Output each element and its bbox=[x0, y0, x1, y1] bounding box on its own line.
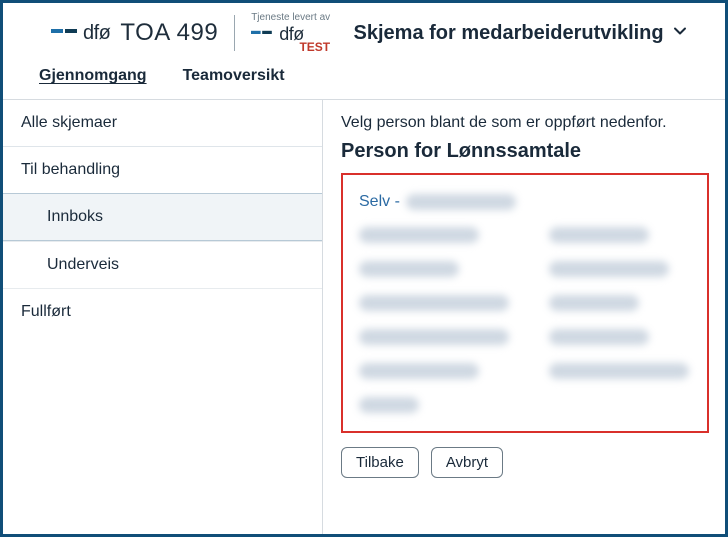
logo-word: dfø bbox=[83, 22, 110, 45]
self-prefix: Selv - bbox=[359, 193, 404, 210]
person-item-redacted[interactable] bbox=[359, 363, 479, 379]
avbryt-button[interactable]: Avbryt bbox=[431, 447, 503, 478]
page-title: Skjema for medarbeiderutvikling bbox=[354, 22, 664, 45]
sidebar-item-til-behandling[interactable]: Til behandling bbox=[3, 146, 322, 193]
person-item-redacted[interactable] bbox=[359, 261, 459, 277]
tj-caption: Tjeneste levert av bbox=[251, 13, 330, 23]
person-item-redacted[interactable] bbox=[359, 329, 509, 345]
main-title: Person for Lønnssamtale bbox=[341, 140, 709, 163]
main-pane: Velg person blant de som er oppført nede… bbox=[323, 100, 725, 534]
person-item-redacted[interactable] bbox=[549, 261, 669, 277]
app-frame: dfø TOA 499 Tjeneste levert av dfø TEST … bbox=[0, 0, 728, 537]
logo-sub: TOA 499 bbox=[120, 19, 218, 47]
title-dropdown[interactable]: Skjema for medarbeiderutvikling bbox=[336, 22, 705, 45]
sidebar-item-alle-skjemaer[interactable]: Alle skjemaer bbox=[3, 100, 322, 146]
sidebar-item-underveis[interactable]: Underveis bbox=[3, 241, 322, 288]
person-item-redacted[interactable] bbox=[359, 397, 419, 413]
sidebar: Alle skjemaer Til behandling Innboks Und… bbox=[3, 100, 323, 534]
tj-test-label: TEST bbox=[299, 41, 330, 53]
tj-logo-icon bbox=[251, 29, 272, 39]
person-select-box: Selv - bbox=[341, 173, 709, 433]
body-row: Alle skjemaer Til behandling Innboks Und… bbox=[3, 100, 725, 534]
chevron-down-icon bbox=[672, 23, 688, 44]
brand-row: dfø TOA 499 Tjeneste levert av dfø TEST … bbox=[3, 3, 725, 57]
hint-text: Velg person blant de som er oppført nede… bbox=[341, 114, 709, 132]
sidebar-item-innboks[interactable]: Innboks bbox=[3, 193, 322, 241]
person-item-redacted[interactable] bbox=[549, 363, 689, 379]
person-grid bbox=[359, 227, 691, 413]
tab-teamoversikt[interactable]: Teamoversikt bbox=[183, 67, 285, 85]
brand-divider bbox=[234, 15, 235, 51]
tabs-row: Gjennomgang Teamoversikt bbox=[3, 57, 725, 100]
tilbake-button[interactable]: Tilbake bbox=[341, 447, 419, 478]
tj-block: Tjeneste levert av dfø TEST bbox=[251, 13, 330, 53]
self-name-redacted bbox=[406, 194, 516, 210]
person-item-redacted[interactable] bbox=[359, 227, 479, 243]
tab-gjennomgang[interactable]: Gjennomgang bbox=[39, 67, 147, 85]
person-item-redacted[interactable] bbox=[549, 329, 649, 345]
person-item-redacted[interactable] bbox=[549, 295, 639, 311]
person-item-redacted[interactable] bbox=[359, 295, 509, 311]
person-item-redacted[interactable] bbox=[549, 227, 649, 243]
actions-row: Tilbake Avbryt bbox=[341, 447, 709, 478]
self-line[interactable]: Selv - bbox=[359, 193, 691, 211]
sidebar-item-fullfort[interactable]: Fullført bbox=[3, 288, 322, 335]
logo-icon bbox=[51, 27, 77, 39]
